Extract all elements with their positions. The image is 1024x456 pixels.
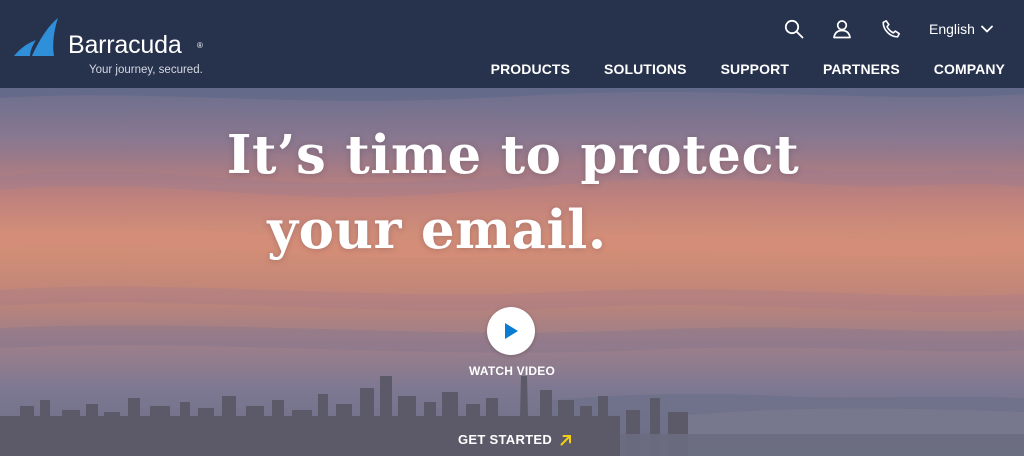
search-icon (784, 19, 804, 39)
hero-banner: It’s time to protect your email. WATCH V… (0, 88, 1024, 456)
contact-button[interactable] (880, 17, 902, 41)
account-button[interactable] (831, 17, 853, 41)
nav-products[interactable]: PRODUCTS (491, 61, 570, 77)
main-nav: PRODUCTS SOLUTIONS SUPPORT PARTNERS COMP… (491, 61, 1005, 77)
watch-video-link[interactable]: WATCH VIDEO (0, 364, 1024, 378)
play-video-button[interactable] (487, 307, 535, 355)
get-started-label: GET STARTED (458, 432, 553, 447)
nav-partners[interactable]: PARTNERS (823, 61, 900, 77)
nav-solutions[interactable]: SOLUTIONS (604, 61, 687, 77)
nav-company[interactable]: COMPANY (934, 61, 1005, 77)
logo-tagline: Your journey, secured. (89, 64, 203, 76)
registered-mark: ® (197, 41, 203, 50)
hero-headline-line-1: It’s time to protect (226, 124, 800, 186)
site-header: Barracuda ® Your journey, secured. Engli… (0, 0, 1024, 88)
chevron-down-icon (981, 25, 993, 33)
nav-support[interactable]: SUPPORT (721, 61, 789, 77)
phone-icon (882, 20, 900, 38)
language-label: English (929, 21, 975, 37)
play-icon (505, 323, 518, 339)
user-icon (833, 20, 851, 39)
hero-headline-line-2: your email. (267, 199, 607, 261)
barracuda-fin-icon (14, 18, 58, 56)
logo-wordmark: Barracuda (68, 31, 182, 59)
barracuda-logo[interactable]: Barracuda ® Your journey, secured. (14, 14, 214, 78)
language-selector[interactable]: English (929, 19, 993, 39)
arrow-up-right-icon (560, 434, 572, 445)
get-started-link[interactable]: GET STARTED (458, 432, 572, 447)
hero-headline: It’s time to protect your email. (0, 118, 1024, 268)
search-button[interactable] (783, 17, 805, 41)
